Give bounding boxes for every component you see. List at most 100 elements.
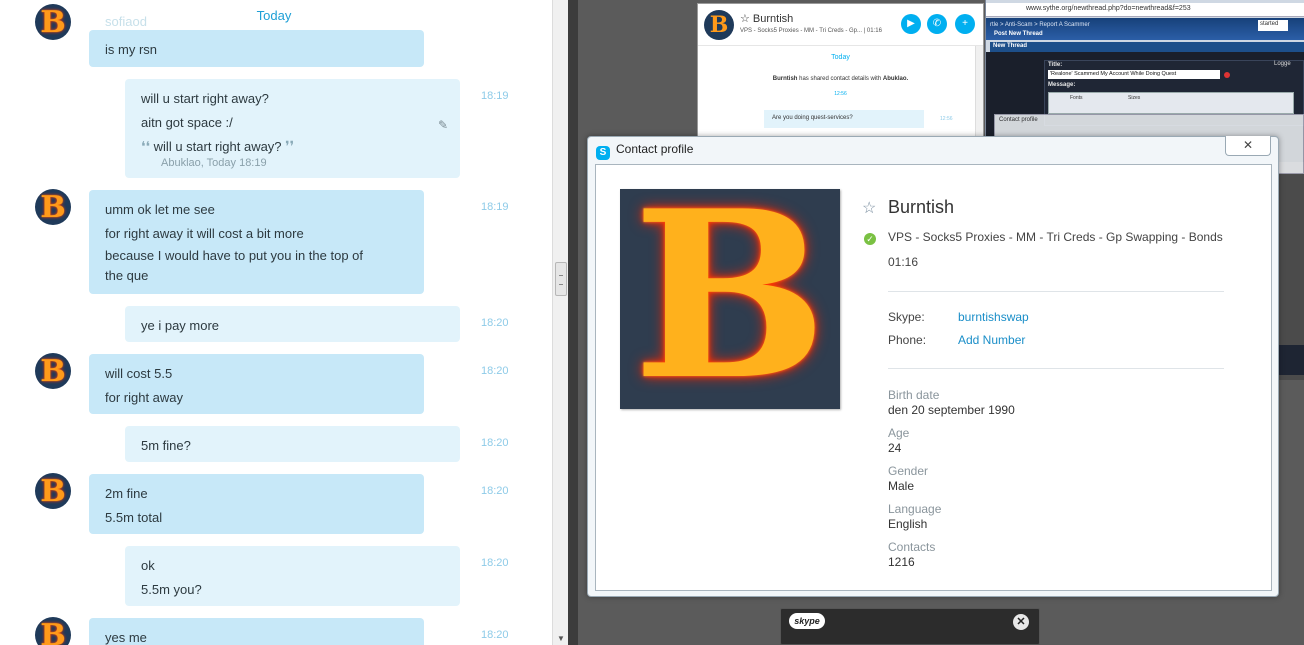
message-bubble-outgoing[interactable]: ok 5.5m you?: [125, 546, 460, 606]
gender-label: Gender: [888, 464, 929, 478]
avatar[interactable]: B: [35, 4, 71, 40]
message-text: 2m fine: [105, 486, 148, 501]
message-label: Message:: [1048, 82, 1076, 88]
avatar[interactable]: B: [35, 617, 71, 645]
browser-address-bar[interactable]: www.sythe.org/newthread.php?do=newthread…: [986, 3, 1304, 17]
message-text: will cost 5.5: [105, 366, 173, 381]
mood-message: VPS - Socks5 Proxies - MM - Tri Creds - …: [888, 230, 1223, 244]
contacts-value: 1216: [888, 555, 915, 569]
forum-page-title: Post New Thread: [994, 31, 1043, 37]
profile-picture: B: [620, 189, 840, 409]
profile-content: B ☆ Burntish ✓ VPS - Socks5 Proxies - MM…: [595, 164, 1272, 591]
message-text: because I would have to put you in the t…: [105, 248, 364, 263]
message-text: ok: [141, 558, 155, 573]
message-bubble-incoming[interactable]: will cost 5.5 for right away: [89, 354, 424, 414]
message-bubble-incoming[interactable]: umm ok let me see for right away it will…: [89, 190, 424, 294]
quoted-text: will u start right away?: [153, 139, 282, 154]
dialog-close-button[interactable]: ✕: [1225, 136, 1271, 156]
edit-pencil-icon[interactable]: ✎: [438, 113, 448, 137]
message-bubble-outgoing[interactable]: ye i pay more: [125, 306, 460, 342]
editor-toolbar[interactable]: [1048, 92, 1294, 114]
bg-message-time: 12:56: [940, 116, 953, 122]
message-text: will u start right away?: [141, 91, 269, 106]
video-call-icon[interactable]: ▶: [901, 14, 921, 34]
add-number-link[interactable]: Add Number: [958, 333, 1025, 347]
open-quote-icon: ❛❛: [141, 138, 151, 154]
message-time: 18:19: [481, 201, 509, 213]
status-dot-icon: [1224, 72, 1230, 78]
message-text: 5.5m total: [105, 510, 163, 525]
language-value: English: [888, 517, 928, 531]
chat-pane: sofiaod Today B is my rsn will u start r…: [0, 0, 552, 645]
bg-contact-name[interactable]: ☆ Burntish: [740, 12, 793, 25]
message-text: umm ok let me see: [105, 202, 215, 217]
close-icon[interactable]: ✕: [1013, 614, 1029, 630]
bg-avatar[interactable]: B: [704, 10, 734, 40]
online-status-icon: ✓: [864, 233, 876, 245]
scrollbar-thumb[interactable]: [555, 262, 567, 296]
new-thread-header: New Thread: [990, 42, 1304, 52]
phone-label: Phone:: [888, 333, 927, 347]
forum-search-box[interactable]: started: [1258, 20, 1288, 31]
birth-date-label: Birth date: [888, 388, 940, 402]
gender-value: Male: [888, 479, 915, 493]
message-bubble-incoming[interactable]: yes me: [89, 618, 424, 645]
message-time: 18:20: [481, 437, 509, 449]
skype-name-link[interactable]: burntishswap: [958, 310, 1029, 324]
avatar[interactable]: B: [35, 473, 71, 509]
contacts-label: Contacts: [888, 540, 936, 554]
age-value: 24: [888, 441, 902, 455]
skype-logo: skype: [789, 613, 825, 629]
skype-notification-toast[interactable]: skype ✕: [780, 608, 1040, 645]
message-bubble-incoming[interactable]: 2m fine 5.5m total: [89, 474, 424, 534]
title-label: Title:: [1048, 62, 1063, 68]
message-text: for right away it will cost a bit more: [105, 226, 304, 241]
bg-shared-time: 12:56: [834, 91, 847, 97]
message-bubble-incoming[interactable]: is my rsn: [89, 30, 424, 67]
local-time: 01:16: [888, 255, 919, 269]
sizes-dropdown[interactable]: Sizes: [1128, 95, 1140, 101]
scroll-down-arrow-icon[interactable]: ▼: [557, 634, 565, 643]
birth-date-value: den 20 september 1990: [888, 403, 1015, 417]
message-text: aitn got space :/: [141, 115, 233, 130]
favorite-star-icon[interactable]: ☆: [862, 198, 876, 218]
chat-scrollbar[interactable]: ▼: [552, 0, 568, 645]
thread-title-input[interactable]: 'Realone' Scammed My Account While Doing…: [1048, 70, 1220, 79]
bg-message-bubble[interactable]: Are you doing quest-services?: [764, 110, 924, 128]
message-time: 18:20: [481, 485, 509, 497]
message-time: 18:20: [481, 557, 509, 569]
message-time: 18:20: [481, 365, 509, 377]
divider: [888, 291, 1224, 292]
message-bubble-outgoing[interactable]: 5m fine?: [125, 426, 460, 462]
today-divider: Today: [256, 8, 292, 23]
message-bubble-outgoing[interactable]: will u start right away? aitn got space …: [125, 79, 460, 178]
contact-name: Burntish: [888, 197, 955, 217]
skype-icon: S: [596, 146, 610, 160]
avatar[interactable]: B: [35, 353, 71, 389]
logged-in-text: Logge: [1274, 61, 1291, 67]
age-label: Age: [888, 426, 910, 440]
avatar[interactable]: B: [35, 189, 71, 225]
language-label: Language: [888, 502, 942, 516]
message-text: is my rsn: [105, 42, 157, 57]
forum-breadcrumb[interactable]: rtle > Anti-Scam > Report A Scammer: [990, 22, 1090, 28]
fonts-dropdown[interactable]: Fonts: [1070, 95, 1083, 101]
message-text: 5m fine?: [141, 438, 191, 453]
ghost-window-title: Contact profile: [999, 117, 1038, 123]
desktop-edge: [568, 0, 578, 645]
message-text: 5.5m you?: [141, 582, 202, 597]
dialog-title: S Contact profile: [596, 142, 693, 160]
bg-shared-notice: Burntish has shared contact details with…: [772, 76, 909, 82]
call-icon[interactable]: ✆: [927, 14, 947, 34]
bg-today-divider: Today: [831, 54, 850, 61]
contact-profile-dialog: S Contact profile ✕ B ☆ Burntish ✓ VPS - …: [587, 136, 1279, 597]
message-time: 18:20: [481, 317, 509, 329]
screen: sofiaod Today B is my rsn will u start r…: [0, 0, 1304, 645]
message-time: 18:19: [481, 90, 509, 102]
message-text: yes me: [105, 630, 147, 645]
close-quote-icon: ❜❜: [285, 138, 295, 154]
skype-label: Skype:: [888, 310, 925, 324]
message-text: the que: [105, 268, 149, 283]
add-people-icon[interactable]: +: [955, 14, 975, 34]
quote-attribution: Abuklao, Today 18:19: [161, 157, 267, 169]
